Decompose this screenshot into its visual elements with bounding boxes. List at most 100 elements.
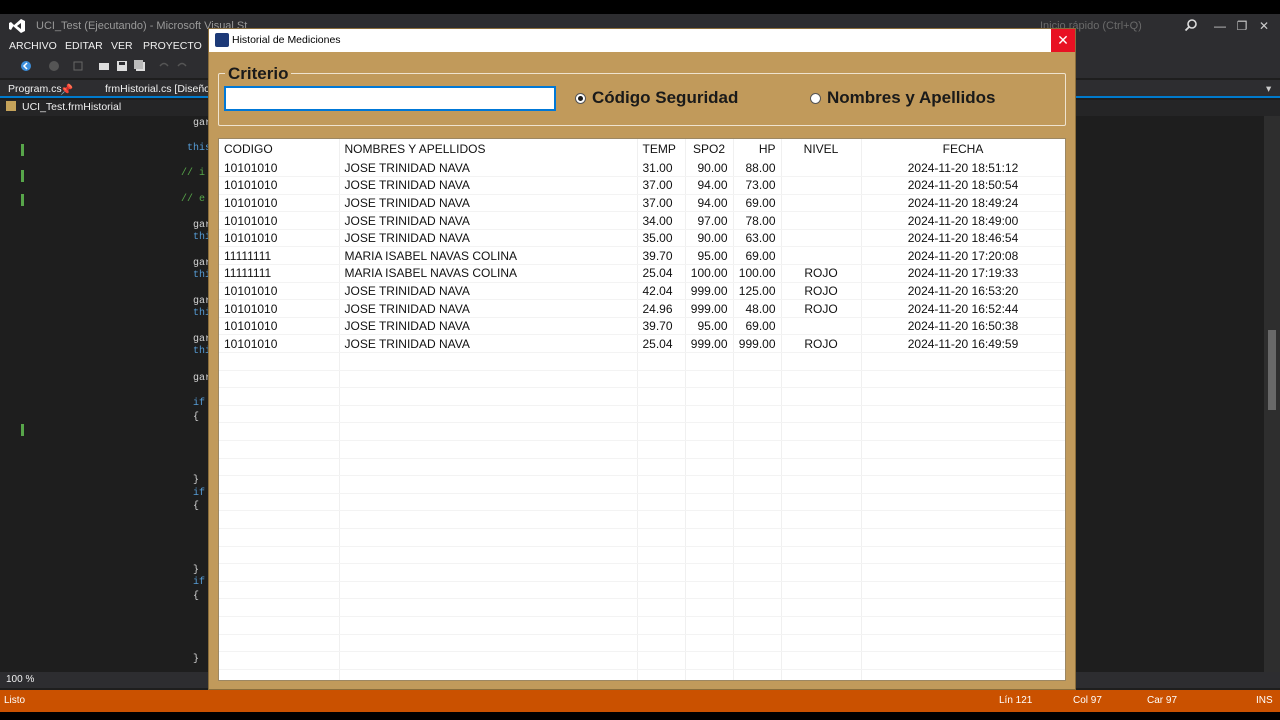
cell-hp[interactable]: 69.00 bbox=[733, 246, 782, 266]
radio-unchecked-icon[interactable] bbox=[810, 93, 821, 104]
restore-icon[interactable]: ❐ bbox=[1232, 16, 1252, 36]
table-row[interactable]: 11111111 MARIA ISABEL NAVAS COLINA 25.04 10… bbox=[219, 264, 1065, 283]
table-row[interactable]: 10101010 JOSE TRINIDAD NAVA 39.70 95.00 69.0… bbox=[219, 317, 1065, 336]
table-row[interactable]: 10101010 JOSE TRINIDAD NAVA 25.04 999.00 999… bbox=[219, 334, 1065, 354]
col-header-nombres[interactable]: NOMBRES Y APELLIDOS bbox=[339, 139, 638, 159]
back-icon[interactable] bbox=[20, 60, 32, 72]
cell-codigo[interactable]: 11111111 bbox=[219, 246, 340, 266]
zoom-level[interactable]: 100 % bbox=[6, 674, 34, 685]
cell-fecha[interactable]: 2024-11-20 17:20:08 bbox=[861, 246, 1065, 266]
menu-archivo[interactable]: ARCHIVO bbox=[9, 40, 57, 52]
col-header-temp[interactable]: TEMP bbox=[637, 139, 686, 159]
measurements-grid[interactable]: CODIGO NOMBRES Y APELLIDOS TEMP SPO2 HP … bbox=[218, 138, 1066, 681]
radio-nombres-label[interactable]: Nombres y Apellidos bbox=[827, 88, 995, 108]
cell-spo2[interactable]: 94.00 bbox=[685, 194, 734, 213]
minimize-icon[interactable]: — bbox=[1210, 16, 1230, 36]
cell-codigo[interactable]: 10101010 bbox=[219, 229, 340, 248]
col-header-fecha[interactable]: FECHA bbox=[861, 139, 1065, 159]
close-window-icon[interactable]: ✕ bbox=[1254, 16, 1274, 36]
cell-codigo[interactable]: 10101010 bbox=[219, 194, 340, 213]
cell-nivel[interactable] bbox=[781, 176, 862, 195]
cell-codigo[interactable]: 10101010 bbox=[219, 176, 340, 195]
cell-nivel[interactable] bbox=[781, 211, 862, 230]
col-header-spo2[interactable]: SPO2 bbox=[685, 139, 734, 159]
cell-nombres[interactable]: MARIA ISABEL NAVAS COLINA bbox=[339, 246, 638, 266]
table-row[interactable]: 10101010 JOSE TRINIDAD NAVA 37.00 94.00 73.0… bbox=[219, 176, 1065, 195]
cell-temp[interactable]: 24.96 bbox=[637, 299, 686, 318]
cell-codigo[interactable]: 11111111 bbox=[219, 264, 340, 283]
cell-fecha[interactable]: 2024-11-20 16:52:44 bbox=[861, 299, 1065, 318]
cell-spo2[interactable]: 97.00 bbox=[685, 211, 734, 230]
save-all-icon[interactable] bbox=[134, 60, 146, 72]
cell-nombres[interactable]: JOSE TRINIDAD NAVA bbox=[339, 159, 638, 178]
menu-ver[interactable]: VER bbox=[111, 40, 133, 52]
cell-hp[interactable]: 69.00 bbox=[733, 317, 782, 336]
cell-hp[interactable]: 125.00 bbox=[733, 282, 782, 301]
cell-spo2[interactable]: 999.00 bbox=[685, 282, 734, 301]
cell-temp[interactable]: 31.00 bbox=[637, 159, 686, 178]
cell-fecha[interactable]: 2024-11-20 16:53:20 bbox=[861, 282, 1065, 301]
cell-nombres[interactable]: JOSE TRINIDAD NAVA bbox=[339, 282, 638, 301]
cell-nombres[interactable]: JOSE TRINIDAD NAVA bbox=[339, 194, 638, 213]
cell-fecha[interactable]: 2024-11-20 16:50:38 bbox=[861, 317, 1065, 336]
cell-nombres[interactable]: MARIA ISABEL NAVAS COLINA bbox=[339, 264, 638, 283]
cell-nivel[interactable] bbox=[781, 194, 862, 213]
cell-nombres[interactable]: JOSE TRINIDAD NAVA bbox=[339, 334, 638, 354]
redo-icon[interactable] bbox=[176, 60, 188, 72]
search-icon[interactable] bbox=[1184, 18, 1198, 32]
cell-hp[interactable]: 48.00 bbox=[733, 299, 782, 318]
cell-temp[interactable]: 34.00 bbox=[637, 211, 686, 230]
cell-hp[interactable]: 69.00 bbox=[733, 194, 782, 213]
cell-spo2[interactable]: 95.00 bbox=[685, 246, 734, 266]
cell-nombres[interactable]: JOSE TRINIDAD NAVA bbox=[339, 317, 638, 336]
chevron-down-icon[interactable]: ▾ bbox=[1266, 83, 1271, 95]
cell-temp[interactable]: 37.00 bbox=[637, 176, 686, 195]
cell-codigo[interactable]: 10101010 bbox=[219, 334, 340, 354]
cell-nivel[interactable]: ROJO bbox=[781, 264, 862, 283]
cell-temp[interactable]: 37.00 bbox=[637, 194, 686, 213]
table-row[interactable]: 11111111 MARIA ISABEL NAVAS COLINA 39.70 95… bbox=[219, 246, 1065, 266]
cell-hp[interactable]: 88.00 bbox=[733, 159, 782, 178]
cell-hp[interactable]: 999.00 bbox=[733, 334, 782, 354]
cell-codigo[interactable]: 10101010 bbox=[219, 317, 340, 336]
forward-icon[interactable] bbox=[48, 60, 60, 72]
nav-class-dropdown[interactable]: UCI_Test.frmHistorial bbox=[22, 101, 121, 113]
cell-nivel[interactable] bbox=[781, 246, 862, 266]
cell-spo2[interactable]: 90.00 bbox=[685, 229, 734, 248]
cell-temp[interactable]: 42.04 bbox=[637, 282, 686, 301]
scrollbar-thumb[interactable] bbox=[1268, 330, 1276, 410]
cell-temp[interactable]: 25.04 bbox=[637, 334, 686, 354]
cell-codigo[interactable]: 10101010 bbox=[219, 282, 340, 301]
cell-temp[interactable]: 35.00 bbox=[637, 229, 686, 248]
cell-hp[interactable]: 63.00 bbox=[733, 229, 782, 248]
table-row[interactable]: 10101010 JOSE TRINIDAD NAVA 42.04 999.00 125… bbox=[219, 282, 1065, 301]
cell-spo2[interactable]: 999.00 bbox=[685, 299, 734, 318]
cell-nivel[interactable]: ROJO bbox=[781, 282, 862, 301]
cell-codigo[interactable]: 10101010 bbox=[219, 211, 340, 230]
table-row[interactable]: 10101010 JOSE TRINIDAD NAVA 31.00 90.00 88.0… bbox=[219, 159, 1065, 178]
close-button[interactable]: ✕ bbox=[1051, 29, 1075, 52]
pin-icon[interactable]: 📌 bbox=[60, 83, 73, 96]
table-row[interactable]: 10101010 JOSE TRINIDAD NAVA 34.00 97.00 78.0… bbox=[219, 211, 1065, 230]
tab-program-cs[interactable]: Program.cs bbox=[8, 83, 62, 95]
cell-fecha[interactable]: 2024-11-20 17:19:33 bbox=[861, 264, 1065, 283]
cell-temp[interactable]: 39.70 bbox=[637, 317, 686, 336]
new-project-icon[interactable] bbox=[72, 60, 84, 72]
col-header-codigo[interactable]: CODIGO bbox=[219, 139, 340, 159]
cell-fecha[interactable]: 2024-11-20 18:49:24 bbox=[861, 194, 1065, 213]
cell-spo2[interactable]: 95.00 bbox=[685, 317, 734, 336]
open-icon[interactable] bbox=[98, 60, 110, 72]
cell-spo2[interactable]: 999.00 bbox=[685, 334, 734, 354]
cell-spo2[interactable]: 90.00 bbox=[685, 159, 734, 178]
cell-nombres[interactable]: JOSE TRINIDAD NAVA bbox=[339, 176, 638, 195]
cell-nivel[interactable]: ROJO bbox=[781, 334, 862, 354]
cell-temp[interactable]: 25.04 bbox=[637, 264, 686, 283]
editor-vertical-scrollbar[interactable] bbox=[1264, 116, 1280, 672]
cell-hp[interactable]: 100.00 bbox=[733, 264, 782, 283]
cell-spo2[interactable]: 94.00 bbox=[685, 176, 734, 195]
cell-nivel[interactable] bbox=[781, 159, 862, 178]
col-header-hp[interactable]: HP bbox=[733, 139, 782, 159]
cell-nivel[interactable] bbox=[781, 229, 862, 248]
cell-fecha[interactable]: 2024-11-20 18:51:12 bbox=[861, 159, 1065, 178]
search-input[interactable] bbox=[224, 86, 556, 111]
